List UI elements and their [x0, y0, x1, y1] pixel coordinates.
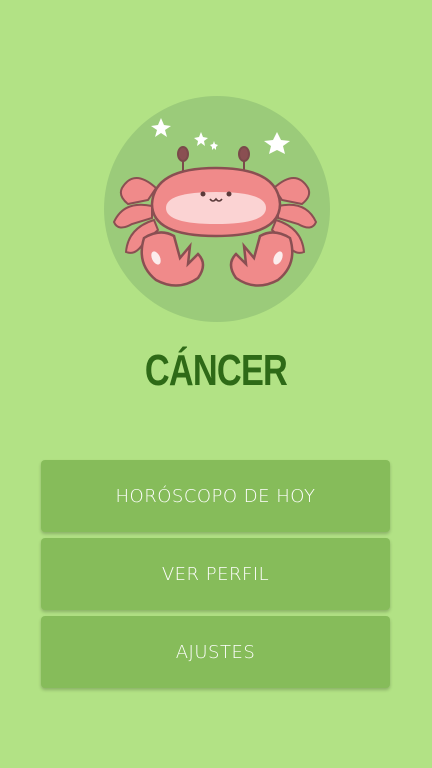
sign-image	[104, 96, 330, 322]
left-claw	[140, 231, 205, 287]
settings-button[interactable]: AJUSTES	[41, 616, 390, 688]
right-claw	[229, 231, 294, 287]
screen: CÁNCER HORÓSCOPO DE HOY VER PERFIL AJUST…	[0, 0, 432, 768]
crab-icon	[112, 118, 318, 287]
crab-belly	[166, 192, 266, 224]
sparkle-stars	[151, 118, 290, 154]
settings-label: AJUSTES	[175, 641, 256, 663]
view-profile-button[interactable]: VER PERFIL	[41, 538, 390, 610]
sign-title: CÁNCER	[144, 346, 288, 395]
main-menu: HORÓSCOPO DE HOY VER PERFIL AJUSTES	[41, 460, 390, 694]
todays-horoscope-label: HORÓSCOPO DE HOY	[115, 485, 316, 507]
todays-horoscope-button[interactable]: HORÓSCOPO DE HOY	[41, 460, 390, 532]
view-profile-label: VER PERFIL	[161, 563, 270, 585]
